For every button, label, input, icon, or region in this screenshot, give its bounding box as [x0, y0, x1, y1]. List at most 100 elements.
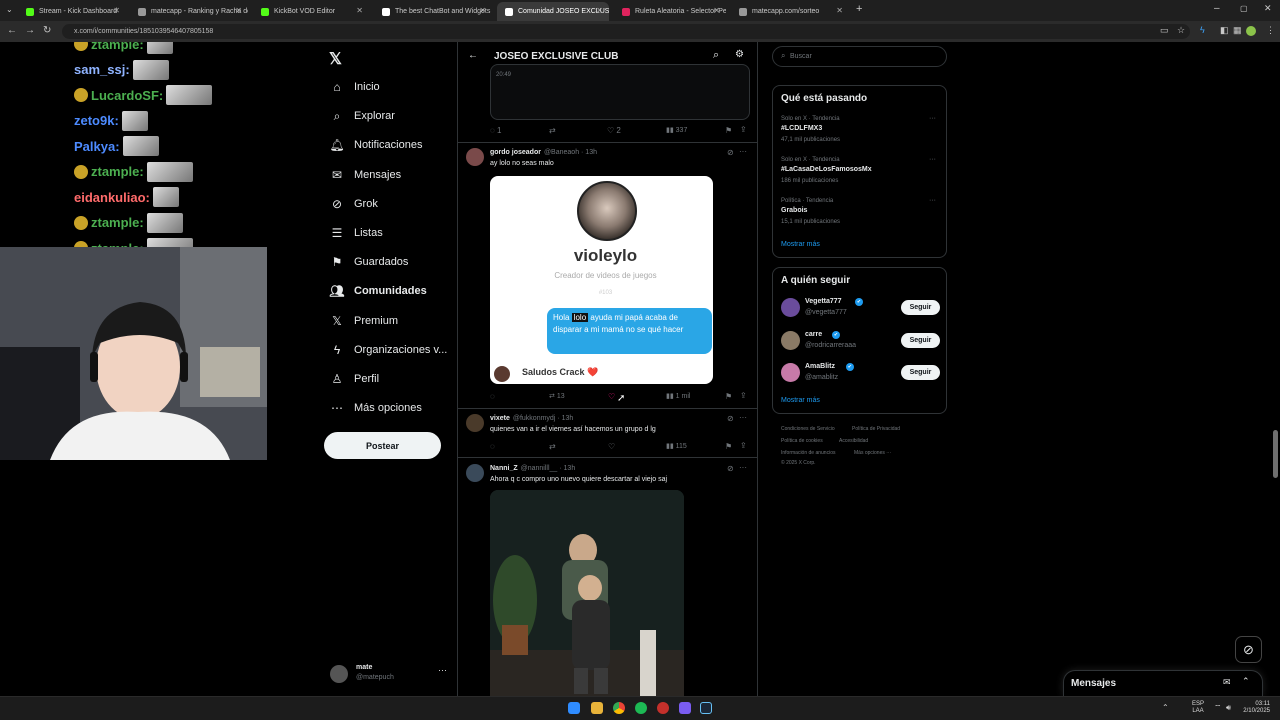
- menu-dots-icon[interactable]: ⋮: [1266, 25, 1275, 36]
- follow-name[interactable]: Vegetta777: [805, 298, 842, 305]
- more-icon[interactable]: ···: [739, 413, 747, 422]
- retweet-icon[interactable]: ⇄: [549, 442, 556, 451]
- star-icon[interactable]: ☆: [1177, 25, 1185, 36]
- extension-icon[interactable]: ϟ: [1200, 25, 1205, 35]
- follow-name[interactable]: carre: [805, 331, 822, 338]
- chevron-up-icon[interactable]: ⌃: [1242, 676, 1250, 687]
- browser-tab[interactable]: KickBot VOD Editor ✕: [253, 2, 369, 21]
- previous-tweet-media[interactable]: 20:49: [490, 64, 750, 120]
- share-icon[interactable]: ⇪: [740, 391, 747, 400]
- browser-tab[interactable]: Comunidad JOSEO EXCLUSIVE✕: [497, 2, 609, 21]
- retweet-icon[interactable]: ⇄ 13: [549, 392, 565, 400]
- forward-icon[interactable]: →: [25, 25, 35, 36]
- trend-title[interactable]: #LaCasaDeLosFamososMx: [781, 166, 872, 173]
- tweet-avatar[interactable]: [466, 414, 484, 432]
- x-logo-icon[interactable]: 𝕏: [329, 49, 342, 69]
- tab-menu-icon[interactable]: ⌄: [6, 5, 13, 14]
- like-icon[interactable]: ♡ 2: [607, 126, 621, 135]
- puzzle-icon[interactable]: ▦: [1233, 25, 1242, 36]
- post-button[interactable]: Postear: [324, 432, 441, 459]
- nav-item-perfil[interactable]: ♙ Perfil: [330, 372, 379, 386]
- spotify-icon[interactable]: [635, 702, 647, 714]
- maximize-icon[interactable]: ▢: [1240, 4, 1248, 13]
- nav-item-guardados[interactable]: ⚑ Guardados: [330, 255, 409, 269]
- tray-clock[interactable]: 03:11 2/10/2025: [1240, 701, 1270, 715]
- grok-icon[interactable]: ⊘: [727, 464, 734, 473]
- retweet-icon[interactable]: ⇄: [549, 126, 556, 135]
- bookmark-icon[interactable]: ⚑: [725, 442, 732, 451]
- nav-item-notificaciones[interactable]: 🔔︎ Notificaciones: [329, 138, 422, 152]
- grok-icon[interactable]: ⊘: [727, 148, 734, 157]
- nav-item-explorar[interactable]: ⌕ Explorar: [330, 109, 395, 123]
- views-icon[interactable]: ▮▮ 115: [666, 442, 687, 450]
- tweet-author[interactable]: vixete: [490, 415, 510, 422]
- bookmark-icon[interactable]: ⚑: [725, 392, 732, 401]
- more-icon[interactable]: ···: [929, 115, 936, 122]
- close-tab-icon[interactable]: ✕: [836, 6, 843, 15]
- show-more-link[interactable]: Mostrar más: [781, 397, 820, 404]
- footer-link[interactable]: Política de Privacidad: [852, 426, 900, 432]
- footer-link[interactable]: Información de anuncios: [781, 450, 835, 456]
- browser-tab[interactable]: Stream - Kick Dashboard ✕: [18, 2, 126, 21]
- compose-message-icon[interactable]: ✉: [1223, 677, 1231, 688]
- show-more-link[interactable]: Mostrar más: [781, 241, 820, 248]
- footer-link[interactable]: Accesibilidad: [839, 438, 868, 444]
- discord-icon[interactable]: [679, 702, 691, 714]
- minimize-icon[interactable]: –: [1214, 3, 1220, 14]
- follow-name[interactable]: AmaBlitz: [805, 363, 835, 370]
- share-icon[interactable]: ⇪: [740, 125, 747, 134]
- more-icon[interactable]: ···: [929, 156, 936, 163]
- follow-button[interactable]: Seguir: [901, 332, 940, 348]
- like-icon-active[interactable]: ♡: [608, 392, 615, 401]
- follow-avatar[interactable]: [781, 363, 800, 382]
- tray-language[interactable]: ESP LAA: [1192, 701, 1204, 715]
- search-box[interactable]: ⌕ Buscar: [772, 46, 947, 67]
- views-icon[interactable]: ▮▮ 337: [666, 126, 687, 134]
- close-tab-icon[interactable]: ✕: [479, 6, 486, 15]
- more-icon[interactable]: ···: [929, 197, 936, 204]
- follow-avatar[interactable]: [781, 298, 800, 317]
- like-icon[interactable]: ♡: [608, 442, 615, 451]
- tweet-author[interactable]: gordo joseador: [490, 149, 541, 156]
- new-tab-icon[interactable]: +: [856, 3, 862, 15]
- extension-icon[interactable]: ◧: [1220, 25, 1229, 36]
- messages-drawer[interactable]: Mensajes ✉ ⌃: [1063, 670, 1263, 696]
- close-tab-icon[interactable]: ✕: [713, 6, 720, 15]
- tweet-image[interactable]: [490, 490, 684, 696]
- close-tab-icon[interactable]: ✕: [356, 6, 363, 15]
- grok-icon[interactable]: ⊘: [727, 414, 734, 423]
- back-icon[interactable]: ←: [7, 25, 17, 36]
- volume-icon[interactable]: 🔊︎: [1226, 703, 1231, 713]
- tweet-author[interactable]: Nanni_Z: [490, 465, 518, 472]
- nav-item-grok[interactable]: ⊘ Grok: [330, 197, 378, 211]
- close-window-icon[interactable]: ✕: [1264, 3, 1272, 14]
- app-icon[interactable]: [657, 702, 669, 714]
- bookmark-icon[interactable]: ⚑: [725, 126, 732, 135]
- grok-float-button[interactable]: ⊘: [1235, 636, 1262, 663]
- search-input[interactable]: Buscar: [790, 53, 812, 60]
- reload-icon[interactable]: ↻: [43, 25, 51, 36]
- scrollbar[interactable]: [1273, 430, 1278, 478]
- search-icon[interactable]: ⌕: [713, 49, 719, 62]
- cast-icon[interactable]: ▭: [1160, 25, 1169, 36]
- tweet-avatar[interactable]: [466, 148, 484, 166]
- tweet-avatar[interactable]: [466, 464, 484, 482]
- close-tab-icon[interactable]: ✕: [235, 6, 242, 15]
- nav-item-mensajes[interactable]: ✉ Mensajes: [330, 168, 401, 182]
- reply-icon[interactable]: ◌: [490, 442, 495, 451]
- share-icon[interactable]: ⇪: [740, 441, 747, 450]
- browser-tab[interactable]: matecapp.com/sorteo ✕: [731, 2, 849, 21]
- close-tab-icon[interactable]: ✕: [596, 6, 603, 15]
- nav-item-premium[interactable]: 𝕏 Premium: [330, 314, 398, 328]
- reply-icon[interactable]: ◌ 1: [490, 126, 501, 135]
- footer-link[interactable]: Política de cookies: [781, 438, 823, 444]
- nav-item-inicio[interactable]: ⌂ Inicio: [330, 80, 379, 94]
- account-switcher[interactable]: mate @matepuch ···: [330, 662, 450, 686]
- follow-avatar[interactable]: [781, 330, 800, 350]
- views-icon[interactable]: ▮▮ 1 mil: [666, 392, 690, 400]
- tweet-image[interactable]: violeylo Creador de videos de juegos #10…: [490, 176, 713, 384]
- tray-chevron-icon[interactable]: ⌃: [1162, 703, 1169, 712]
- follow-button[interactable]: Seguir: [901, 300, 940, 315]
- nav-item-más[interactable]: ⋯ Más opciones: [330, 401, 422, 415]
- trend-title[interactable]: #LCDLFMX3: [781, 125, 822, 132]
